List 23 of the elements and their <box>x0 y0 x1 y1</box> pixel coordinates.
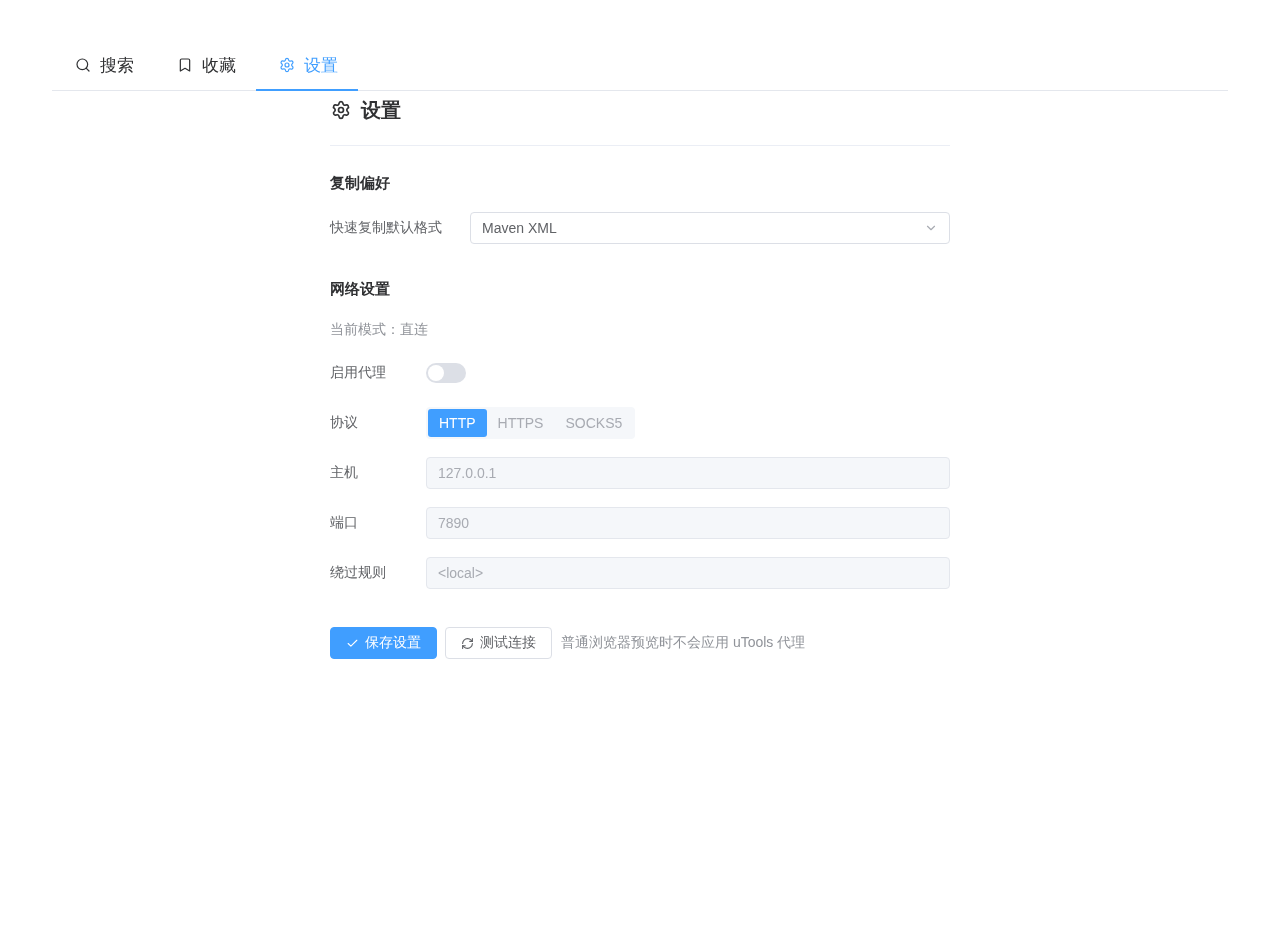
note-text: 普通浏览器预览时不会应用 uTools 代理 <box>561 634 806 652</box>
format-select[interactable]: Maven XML <box>470 212 950 244</box>
field-label: 主机 <box>330 464 359 482</box>
refresh-icon <box>461 636 474 650</box>
mode-text: 当前模式：直连 <box>330 320 429 339</box>
tab[interactable]: 搜索 <box>52 41 154 91</box>
settings-icon <box>279 57 295 73</box>
page-title: 设置 <box>361 98 401 123</box>
settings-icon <box>331 100 351 120</box>
field-label: 端口 <box>330 514 359 532</box>
bookmark-icon <box>177 57 193 73</box>
proxy-switch[interactable] <box>426 363 466 383</box>
field-label: 协议 <box>330 414 359 432</box>
field-label: 启用代理 <box>330 364 387 382</box>
section-title: 网络设置 <box>330 279 391 299</box>
tab[interactable]: 设置 <box>256 41 358 91</box>
search-icon <box>75 57 91 73</box>
field-label: 绕过规则 <box>330 564 387 582</box>
tab[interactable]: 收藏 <box>154 41 256 91</box>
section-title: 复制偏好 <box>330 173 391 193</box>
field-label: 快速复制默认格式 <box>330 219 443 237</box>
test-button[interactable]: 测试连接 <box>445 627 552 659</box>
save-button[interactable]: 保存设置 <box>330 627 437 659</box>
